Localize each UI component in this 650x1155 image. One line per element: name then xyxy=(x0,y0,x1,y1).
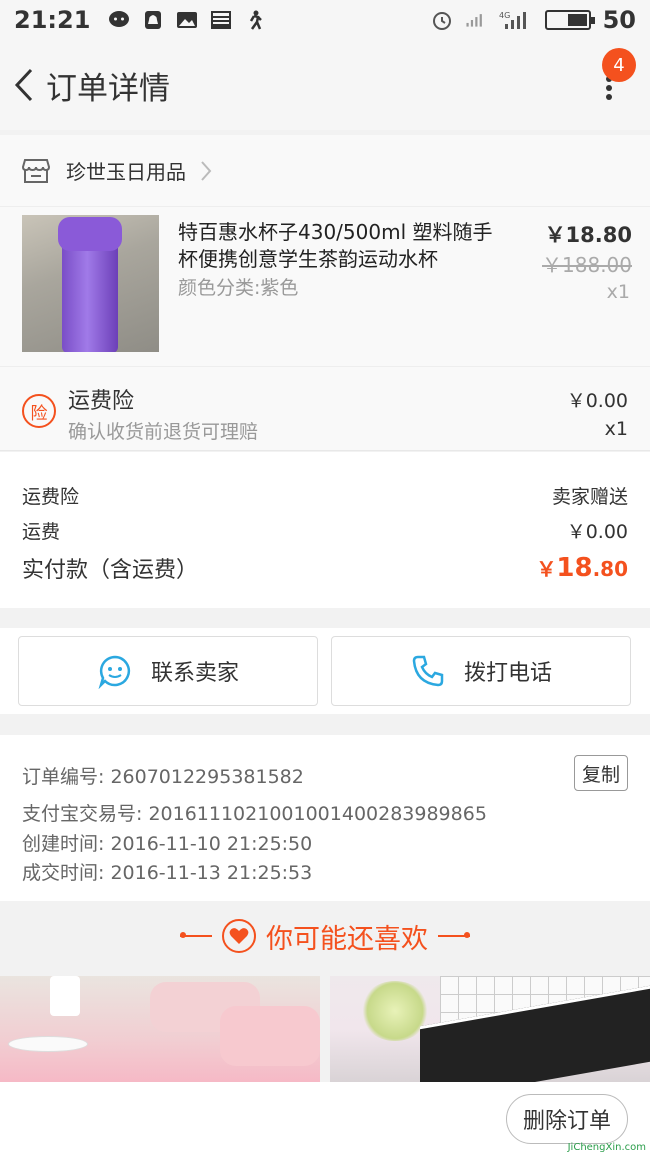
bottom-bar: 删除订单 JiChengXin.com xyxy=(0,1082,650,1155)
nav-bar: 订单详情 4 xyxy=(0,40,650,130)
battery-level xyxy=(567,14,587,26)
total-decimal: .80 xyxy=(592,557,628,581)
total-currency: ￥ xyxy=(536,557,557,581)
alarm-icon xyxy=(431,10,453,30)
shop-row[interactable]: 珍世玉日用品 xyxy=(0,135,650,207)
pillow-shape xyxy=(220,1006,320,1066)
product-original-price: ￥188.00 xyxy=(542,253,632,277)
total-label: 实付款（含运费） xyxy=(22,558,199,583)
battery-icon xyxy=(544,10,595,30)
watermark: JiChengXin.com xyxy=(567,1142,646,1153)
chevron-right-icon xyxy=(200,160,212,182)
summary-value: ￥0.00 xyxy=(566,521,628,543)
recommend-item-image[interactable] xyxy=(0,976,320,1082)
copy-button[interactable]: 复制 xyxy=(574,755,628,791)
summary-value: 卖家赠送 xyxy=(551,486,628,508)
divider-left xyxy=(180,932,212,938)
signal-icon xyxy=(465,10,487,30)
recommend-header: 你可能还喜欢 xyxy=(0,901,650,971)
insurance-subtitle: 确认收货前退货可理赔 xyxy=(68,421,259,443)
total-integer: 18 xyxy=(556,553,593,583)
status-bar: 21:21 4G 50 xyxy=(0,0,650,40)
summary-row-shipping: 运费 ￥0.00 xyxy=(22,517,628,544)
total-value: ￥18.80 xyxy=(536,553,628,583)
product-price: ￥18.80 xyxy=(544,223,632,247)
order-info: 订单编号: 2607012295381582 支付宝交易号: 201611102… xyxy=(0,735,650,901)
recommend-item-image[interactable] xyxy=(330,976,650,1082)
chat-bubble-icon xyxy=(98,655,131,689)
shop-name: 珍世玉日用品 xyxy=(66,160,186,184)
divider-right xyxy=(438,932,470,938)
image-icon xyxy=(176,10,198,30)
table-shape xyxy=(8,1036,88,1052)
summary-row-total: 实付款（含运费） ￥18.80 xyxy=(22,552,628,584)
page-title: 订单详情 xyxy=(46,70,170,107)
contact-seller-label: 联系卖家 xyxy=(150,661,239,686)
cup-lid xyxy=(58,217,122,251)
walk-icon xyxy=(244,10,266,30)
summary-label: 运费险 xyxy=(22,486,80,508)
product-spec: 颜色分类:紫色 xyxy=(178,277,299,299)
status-left: 21:21 xyxy=(14,6,266,34)
phone-icon xyxy=(412,655,444,687)
summary-row-insurance: 运费险 卖家赠送 xyxy=(22,482,628,509)
signal-4g-icon: 4G xyxy=(499,10,533,30)
product-title: 特百惠水杯子430/500ml 塑料随手杯便携创意学生茶韵运动水杯 xyxy=(178,220,493,271)
insurance-icon: 险 xyxy=(22,394,56,428)
bell-icon xyxy=(142,10,164,30)
product-quantity: x1 xyxy=(606,281,630,303)
contact-seller-button[interactable]: 联系卖家 xyxy=(18,636,318,706)
heart-icon xyxy=(222,919,256,953)
delete-order-button[interactable]: 删除订单 xyxy=(506,1094,628,1144)
notification-badge: 4 xyxy=(602,48,636,82)
recommend-title: 你可能还喜欢 xyxy=(266,923,428,955)
action-bar: 联系卖家 拨打电话 xyxy=(0,628,650,714)
call-phone-label: 拨打电话 xyxy=(463,661,552,686)
completed-time: 成交时间: 2016-11-13 21:25:53 xyxy=(22,862,313,884)
call-phone-button[interactable]: 拨打电话 xyxy=(331,636,631,706)
insurance-row: 险 运费险 确认收货前退货可理赔 ￥0.00 x1 xyxy=(0,367,650,451)
insurance-price: ￥0.00 xyxy=(566,390,628,412)
insurance-quantity: x1 xyxy=(604,418,628,440)
price-summary: 运费险 卖家赠送 运费 ￥0.00 实付款（含运费） ￥18.80 xyxy=(0,452,650,608)
summary-label: 运费 xyxy=(22,521,61,543)
chevron-left-icon xyxy=(14,68,33,102)
battery-percent: 50 xyxy=(602,6,636,34)
svg-text:4G: 4G xyxy=(499,11,510,20)
insurance-title: 运费险 xyxy=(68,389,135,414)
product-item[interactable]: 特百惠水杯子430/500ml 塑料随手杯便携创意学生茶韵运动水杯 颜色分类:紫… xyxy=(0,207,650,367)
chat-icon xyxy=(108,10,130,30)
lamp-shape xyxy=(50,976,80,1016)
shop-icon xyxy=(22,158,50,183)
order-number: 订单编号: 2607012295381582 xyxy=(22,766,304,788)
news-icon xyxy=(210,10,232,30)
status-right: 4G 50 xyxy=(431,6,636,34)
created-time: 创建时间: 2016-11-10 21:25:50 xyxy=(22,833,313,855)
status-time: 21:21 xyxy=(14,6,91,34)
alipay-number: 支付宝交易号: 2016111021001001400283989865 xyxy=(22,803,487,825)
back-button[interactable] xyxy=(4,40,44,130)
product-image[interactable] xyxy=(22,215,159,352)
